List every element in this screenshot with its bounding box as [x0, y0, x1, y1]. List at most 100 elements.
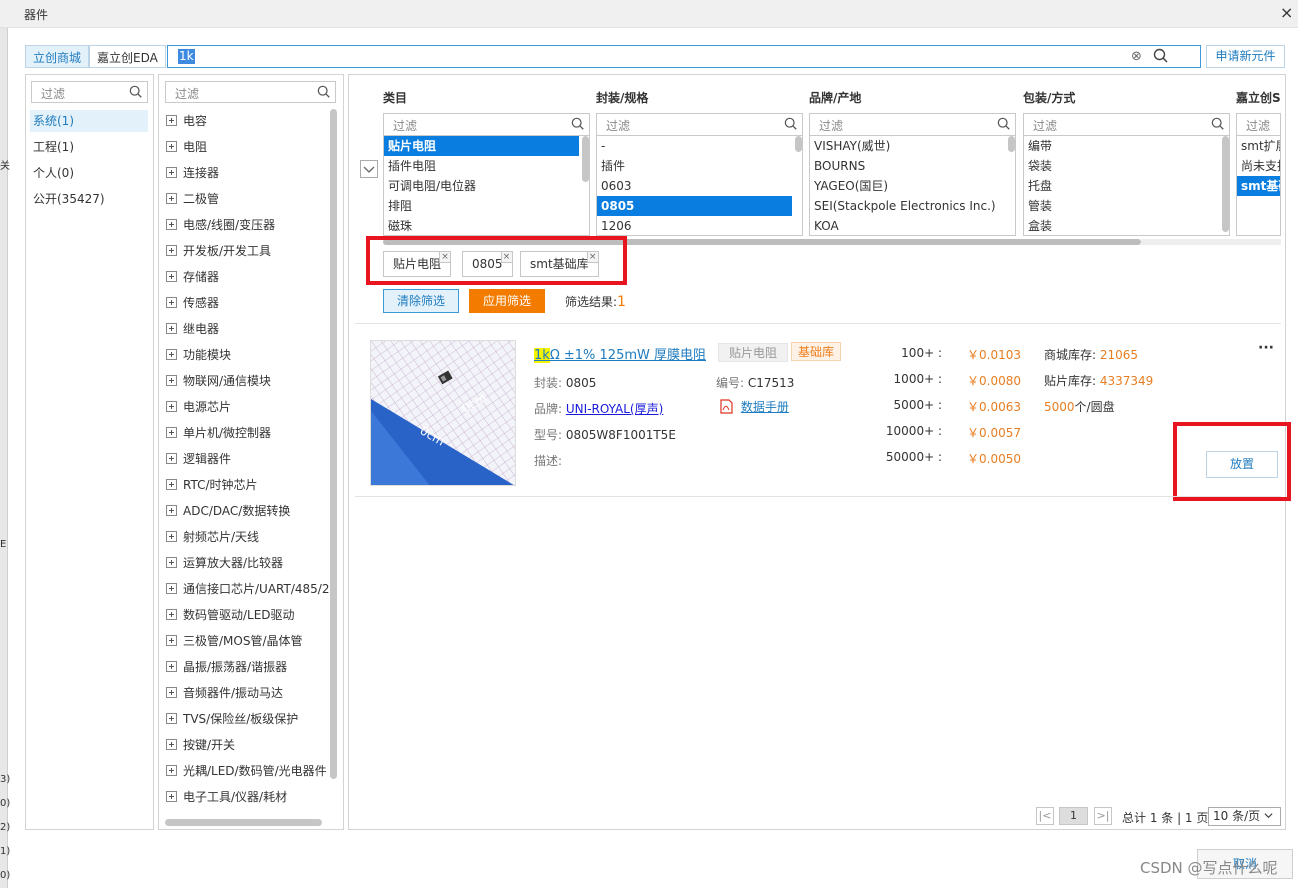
first-page-button[interactable]: |< — [1036, 807, 1054, 825]
tree-item[interactable]: 逻辑器件 — [166, 450, 231, 468]
tree-item[interactable]: 物联网/通信模块 — [166, 372, 271, 390]
tree-vertical-scrollbar[interactable] — [330, 109, 337, 779]
expand-plus-icon[interactable] — [166, 115, 177, 126]
expand-plus-icon[interactable] — [166, 765, 177, 776]
tree-item[interactable]: 电阻 — [166, 138, 207, 156]
facet-option[interactable]: 0805 — [597, 196, 792, 216]
tab-lcsc-mall[interactable]: 立创商城 — [25, 45, 90, 68]
product-title-link[interactable]: 1kΩ ±1% 125mW 厚膜电阻 — [534, 344, 706, 363]
facet-option[interactable]: KOA — [810, 216, 1005, 235]
expand-plus-icon[interactable] — [166, 791, 177, 802]
tree-item[interactable]: 按键/开关 — [166, 736, 235, 754]
expand-plus-icon[interactable] — [166, 661, 177, 672]
expand-plus-icon[interactable] — [166, 349, 177, 360]
tree-item[interactable]: 数码管驱动/LED驱动 — [166, 606, 295, 624]
tree-item[interactable]: 连接器 — [166, 164, 219, 182]
facet-filter-input[interactable]: 过滤 — [596, 113, 803, 136]
current-page[interactable]: 1 — [1059, 807, 1088, 825]
facet-filter-input[interactable]: 过滤 — [809, 113, 1016, 136]
category-filter-input[interactable]: 过滤 — [165, 81, 336, 103]
tree-item[interactable]: 二极管 — [166, 190, 219, 208]
facet-vertical-scrollbar[interactable] — [582, 136, 589, 182]
facet-option[interactable]: 管装 — [1024, 196, 1219, 216]
brand-link[interactable]: UNI-ROYAL(厚声) — [566, 402, 663, 416]
expand-plus-icon[interactable] — [166, 687, 177, 698]
expand-plus-icon[interactable] — [166, 453, 177, 464]
tree-item[interactable]: 三极管/MOS管/晶体管 — [166, 632, 303, 650]
facet-option[interactable]: 可调电阻/电位器 — [384, 176, 579, 196]
tree-item[interactable]: 射频芯片/天线 — [166, 528, 259, 546]
library-item-system[interactable]: 系统(1) — [30, 110, 148, 132]
facet-option[interactable]: smt基础 — [1237, 176, 1280, 196]
facet-filter-input[interactable]: 过滤 — [1023, 113, 1230, 136]
tree-item[interactable]: 晶振/振荡器/谐振器 — [166, 658, 287, 676]
apply-filter-button[interactable]: 应用筛选 — [469, 289, 545, 313]
facet-option[interactable]: 托盘 — [1024, 176, 1219, 196]
per-page-select[interactable]: 10 条/页 — [1208, 807, 1281, 826]
tree-item[interactable]: 单片机/微控制器 — [166, 424, 271, 442]
expand-plus-icon[interactable] — [166, 297, 177, 308]
library-item-personal[interactable]: 个人(0) — [30, 162, 148, 184]
facet-vertical-scrollbar[interactable] — [1222, 136, 1229, 232]
facet-option[interactable]: YAGEO(国巨) — [810, 176, 1005, 196]
facet-option[interactable]: - — [597, 136, 792, 156]
facet-filter-input[interactable]: 过滤 — [1236, 113, 1281, 136]
expand-plus-icon[interactable] — [166, 375, 177, 386]
expand-plus-icon[interactable] — [166, 245, 177, 256]
facet-option[interactable]: 贴片电阻 — [384, 136, 579, 156]
tree-item[interactable]: 电源芯片 — [166, 398, 231, 416]
facet-option[interactable]: 0603 — [597, 176, 792, 196]
expand-plus-icon[interactable] — [166, 193, 177, 204]
search-input[interactable]: 1k ⊗ — [167, 45, 1201, 68]
expand-plus-icon[interactable] — [166, 635, 177, 646]
facet-option[interactable]: 编带 — [1024, 136, 1219, 156]
datasheet-link[interactable]: 数据手册 — [720, 398, 789, 415]
expand-plus-icon[interactable] — [166, 141, 177, 152]
facet-option[interactable]: BOURNS — [810, 156, 1005, 176]
facet-option[interactable]: 袋装 — [1024, 156, 1219, 176]
tree-item[interactable]: 电容 — [166, 112, 207, 130]
facet-option[interactable]: 插件 — [597, 156, 792, 176]
tree-item[interactable]: RTC/时钟芯片 — [166, 476, 258, 494]
facet-option[interactable]: 尚未支持 — [1237, 156, 1280, 176]
facet-filter-input[interactable]: 过滤 — [383, 113, 590, 136]
close-icon[interactable]: × — [1280, 3, 1293, 22]
facet-option[interactable]: 磁珠 — [384, 216, 579, 235]
chevron-down-icon[interactable] — [360, 160, 378, 178]
tree-item[interactable]: ADC/DAC/数据转换 — [166, 502, 290, 520]
tree-item[interactable]: 电子工具/仪器/耗材 — [166, 788, 287, 806]
expand-plus-icon[interactable] — [166, 401, 177, 412]
expand-plus-icon[interactable] — [166, 219, 177, 230]
facet-option[interactable]: 1206 — [597, 216, 792, 235]
tab-jlc-eda[interactable]: 嘉立创EDA — [89, 45, 166, 68]
expand-plus-icon[interactable] — [166, 739, 177, 750]
expand-plus-icon[interactable] — [166, 479, 177, 490]
facet-option[interactable]: SEI(Stackpole Electronics Inc.) — [810, 196, 1005, 216]
tree-item[interactable]: 通信接口芯片/UART/485/23 — [166, 580, 337, 598]
library-filter-input[interactable]: 过滤 — [31, 81, 148, 103]
tree-item[interactable]: 电感/线圈/变压器 — [166, 216, 275, 234]
more-options-icon[interactable]: ··· — [1258, 340, 1274, 356]
facet-option[interactable]: smt扩展 — [1237, 136, 1280, 156]
search-icon[interactable] — [1153, 48, 1169, 64]
expand-plus-icon[interactable] — [166, 271, 177, 282]
expand-plus-icon[interactable] — [166, 531, 177, 542]
expand-plus-icon[interactable] — [166, 323, 177, 334]
request-new-component-button[interactable]: 申请新元件 — [1206, 45, 1285, 68]
facet-vertical-scrollbar[interactable] — [1008, 136, 1015, 152]
tree-item[interactable]: 开发板/开发工具 — [166, 242, 271, 260]
tree-item[interactable]: 功能模块 — [166, 346, 231, 364]
expand-plus-icon[interactable] — [166, 167, 177, 178]
tree-item[interactable]: 光耦/LED/数码管/光电器件 — [166, 762, 327, 780]
clear-filter-button[interactable]: 清除筛选 — [383, 289, 459, 313]
expand-plus-icon[interactable] — [166, 557, 177, 568]
tree-item[interactable]: TVS/保险丝/板级保护 — [166, 710, 298, 728]
expand-plus-icon[interactable] — [166, 713, 177, 724]
tree-item[interactable]: 存储器 — [166, 268, 219, 286]
expand-plus-icon[interactable] — [166, 609, 177, 620]
expand-plus-icon[interactable] — [166, 427, 177, 438]
library-item-project[interactable]: 工程(1) — [30, 136, 148, 158]
tree-item[interactable]: 运算放大器/比较器 — [166, 554, 283, 572]
last-page-button[interactable]: >| — [1094, 807, 1112, 825]
facet-option[interactable]: 插件电阻 — [384, 156, 579, 176]
